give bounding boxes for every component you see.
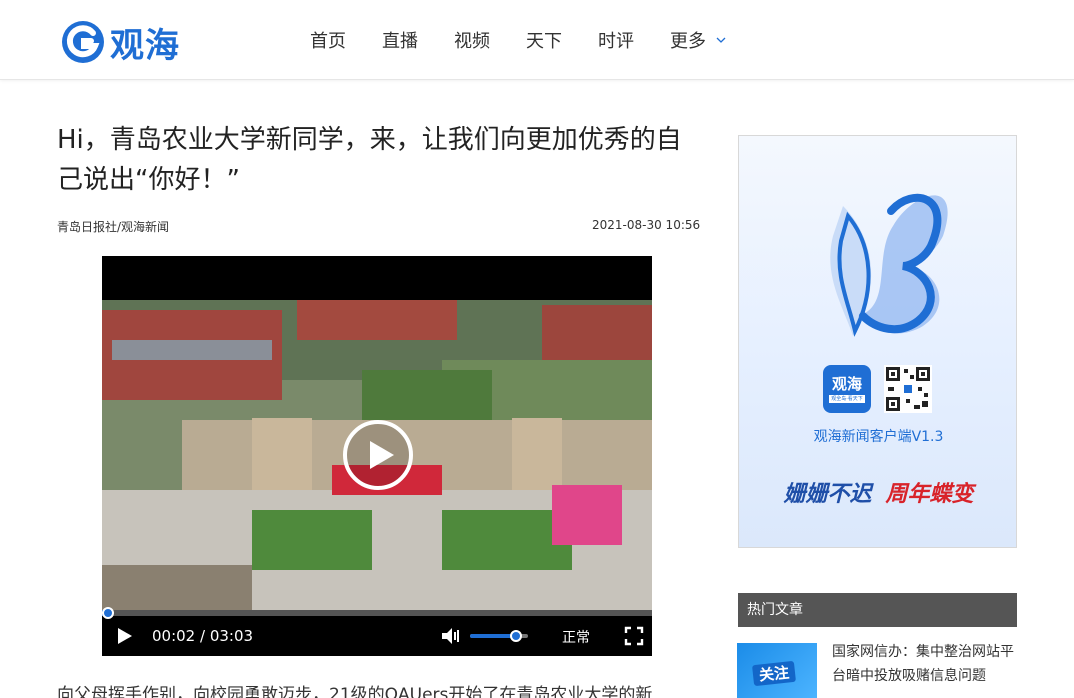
qr-code-icon <box>884 365 932 413</box>
volume-icon[interactable] <box>440 626 462 646</box>
nav-item-commentary[interactable]: 时评 <box>598 27 634 53</box>
app-promo-slogan: 姗姗不迟 周年蝶变 <box>739 476 1016 508</box>
slogan-right: 周年蝶变 <box>885 481 974 507</box>
quality-button[interactable]: 正常 <box>562 627 590 647</box>
chevron-down-icon <box>716 37 726 43</box>
article-datetime: 2021-08-30 10:56 <box>592 218 701 232</box>
nav-item-live[interactable]: 直播 <box>382 27 418 53</box>
nav-item-home[interactable]: 首页 <box>310 27 346 53</box>
article-source: 青岛日报社/观海新闻 <box>57 220 170 234</box>
fullscreen-icon[interactable] <box>624 626 644 646</box>
logo-g-icon <box>62 21 104 63</box>
hot-article-title[interactable]: 国家网信办：集中整治网站平台暗中投放吸赌信息问题 <box>832 640 1022 688</box>
hot-article-thumbnail[interactable]: 关注 <box>737 643 817 698</box>
app-icon-name: 观海 <box>831 374 862 393</box>
hot-article-thumbnail-label: 关注 <box>752 660 796 687</box>
butterfly-v13-logo-icon <box>830 193 948 337</box>
logo-text: 观海 <box>110 25 180 66</box>
app-icon-tagline: 观全岛·看天下 <box>829 394 865 403</box>
nav-item-video[interactable]: 视频 <box>454 27 490 53</box>
nav-more-label: 更多 <box>670 31 706 52</box>
app-promo-caption: 观海新闻客户端V1.3 <box>813 429 944 445</box>
article-body-first-line: 向父母挥手作别，向校园勇敢迈步，21级的QAUers开始了在青岛农业大学的新 <box>57 685 653 698</box>
video-time: 00:02 / 03:03 <box>152 627 254 645</box>
app-promo-banner[interactable]: 观海 观全岛·看天下 观海新闻客户端V1.3 姗姗不迟 周年蝶变 <box>738 135 1017 548</box>
site-header: 观海 首页 直播 视频 天下 时评 更多 <box>0 0 1074 80</box>
nav-item-world[interactable]: 天下 <box>526 27 562 53</box>
article-title: Hi，青岛农业大学新同学，来，让我们向更加优秀的自己说出“你好！” <box>57 125 682 195</box>
volume-slider-handle[interactable] <box>510 630 522 642</box>
main-nav: 首页 直播 视频 天下 时评 更多 <box>292 0 744 80</box>
site-logo[interactable]: 观海 <box>60 18 180 66</box>
volume-slider[interactable] <box>470 630 528 642</box>
video-player[interactable]: 00:02 / 03:03 正常 <box>102 256 652 656</box>
nav-item-more[interactable]: 更多 <box>670 27 726 53</box>
play-icon[interactable] <box>114 626 134 646</box>
slogan-left: 姗姗不迟 <box>783 481 872 507</box>
hot-articles-header: 热门文章 <box>738 593 1017 627</box>
video-controls: 00:02 / 03:03 正常 <box>102 616 652 656</box>
play-overlay-icon[interactable] <box>342 419 414 491</box>
app-icon: 观海 观全岛·看天下 <box>823 365 871 413</box>
